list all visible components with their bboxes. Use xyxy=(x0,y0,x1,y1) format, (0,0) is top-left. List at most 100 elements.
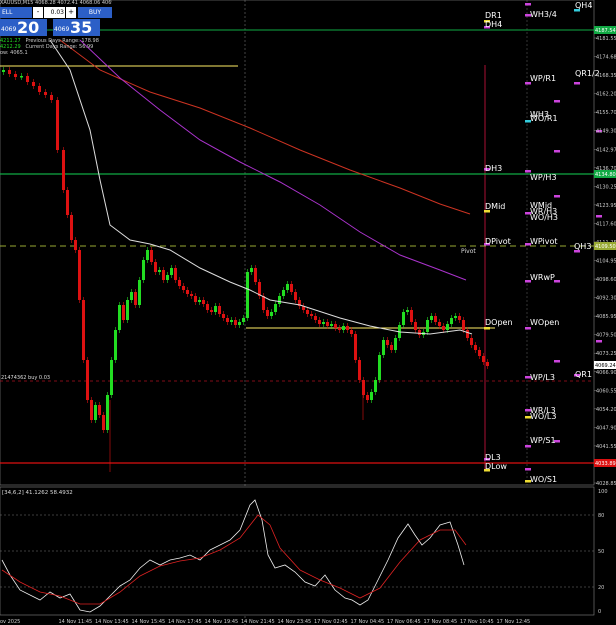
time-axis: ov 2025 14 Nov 11:45 14 Nov 13:45 14 Nov 15… xyxy=(0,619,530,625)
candle-body xyxy=(82,300,85,360)
price-axis: 4181.55 4174.68 4168.35 4162.20 4155.70 4149.… xyxy=(594,26,616,487)
symbol-header: XAUUSD,M15 4068.28 4072.41 4068.06 4069.… xyxy=(0,0,112,6)
candle-body xyxy=(202,300,205,304)
candle-body xyxy=(358,360,361,380)
level-marker xyxy=(554,360,560,363)
candle-body xyxy=(470,338,473,345)
candle-body xyxy=(374,380,377,392)
candle-body xyxy=(290,284,293,292)
candle-body xyxy=(90,400,93,420)
candle-body xyxy=(314,316,317,320)
candle-body xyxy=(410,310,413,322)
order-label: 21474362 buy 0.03 xyxy=(1,375,50,381)
level-marker xyxy=(596,215,602,218)
ask-price-box[interactable]: 4069 35 xyxy=(53,18,100,37)
price-tick-label: 4092.30 xyxy=(596,296,616,302)
level-label-pivot: Pivot xyxy=(461,248,476,255)
stoch-tick-label: 80 xyxy=(598,513,604,519)
candle-body xyxy=(322,322,325,324)
candle-body xyxy=(114,330,117,360)
candle-body xyxy=(26,76,29,82)
candle-body xyxy=(406,310,409,312)
level-label-wph3: WP/H3 xyxy=(530,173,557,182)
candle-body xyxy=(390,345,393,350)
price-tick-label: 4168.35 xyxy=(596,73,616,79)
candle-body xyxy=(362,380,365,395)
candle-body xyxy=(56,100,59,150)
candle-body xyxy=(418,330,421,335)
candle-body xyxy=(386,340,389,345)
time-axis-label: 14 Nov 19:45 xyxy=(205,619,239,625)
candle-body xyxy=(166,275,169,280)
price-tick-label: 4066.90 xyxy=(596,370,616,376)
candle-body xyxy=(32,82,35,86)
candle-body xyxy=(78,250,81,300)
candle-body xyxy=(8,70,11,74)
candle-body xyxy=(254,268,257,282)
info-line3: ow: 4065.1 xyxy=(0,50,28,56)
price-axis-ticks: 4181.55 4174.68 4168.35 4162.20 4155.70 4149.… xyxy=(594,36,616,487)
price-tick-label: 4149.30 xyxy=(596,129,616,135)
price-tick-label: 4174.68 xyxy=(596,55,616,61)
time-axis-label: 14 Nov 15:45 xyxy=(132,619,166,625)
candle-body xyxy=(250,268,253,272)
time-axis-label: 17 Nov 10:45 xyxy=(460,619,494,625)
level-label-dl3: DL3 xyxy=(485,453,501,462)
lot-increase-button[interactable]: + xyxy=(66,7,76,18)
price-tag-label: 4134.80 xyxy=(595,172,616,178)
level-label-dlow: DLow xyxy=(485,462,507,471)
candle-body xyxy=(350,330,353,334)
stochastic-panel[interactable]: [34,6,2] 41.1262 58.4932 100 80 50 20 0 xyxy=(0,486,608,616)
candle-body xyxy=(70,215,73,240)
candle-body xyxy=(74,240,77,250)
price-tick-label: 4047.90 xyxy=(596,425,616,431)
candle-body xyxy=(126,300,129,320)
lot-decrease-button[interactable]: - xyxy=(33,7,43,18)
candle-body xyxy=(158,270,161,272)
price-tick-label: 4155.70 xyxy=(596,110,616,116)
buy-button[interactable]: BUY xyxy=(78,7,112,18)
candle-body xyxy=(326,322,329,326)
candle-body xyxy=(446,324,449,330)
level-marker xyxy=(554,195,560,198)
price-tick-label: 4117.60 xyxy=(596,221,616,227)
level-marker xyxy=(596,340,602,343)
price-tick-label: 4123.95 xyxy=(596,203,616,209)
candle-body xyxy=(462,320,465,330)
candle-body xyxy=(170,268,173,275)
level-label-wh34: WH3/4 xyxy=(530,10,557,19)
ask-price-small: 4069 xyxy=(54,26,70,33)
price-tick-label: 4181.55 xyxy=(596,36,616,42)
price-tag-label: 4109.50 xyxy=(595,244,616,250)
level-label-qh3: QH3 xyxy=(574,242,591,251)
stoch-header: [34,6,2] 41.1262 58.4932 xyxy=(2,490,73,496)
time-axis-label: 17 Nov 02:45 xyxy=(314,619,348,625)
candle-body xyxy=(94,405,97,420)
sell-button[interactable]: ELL xyxy=(0,7,32,18)
time-axis-label: 14 Nov 17:45 xyxy=(168,619,202,625)
level-label-wpl3: WP/L3 xyxy=(530,373,555,382)
bid-price-box[interactable]: 4069 20 xyxy=(0,18,47,37)
candle-body xyxy=(310,314,313,316)
candle-body xyxy=(182,286,185,290)
candle-body xyxy=(394,338,397,350)
price-tag-label: 4187.54 xyxy=(595,28,616,34)
candle-body xyxy=(134,292,137,305)
price-tag-label: 4069.24 xyxy=(595,363,616,369)
candle-body xyxy=(218,306,221,314)
candle-body xyxy=(62,150,65,190)
candle-body xyxy=(294,292,297,300)
candle-body xyxy=(226,318,229,322)
candle-body xyxy=(230,320,233,322)
level-label-wor1: WO/R1 xyxy=(530,114,558,123)
candle-body xyxy=(198,300,201,302)
time-axis-label: 14 Nov 11:45 xyxy=(59,619,93,625)
lot-size-input[interactable]: 0.03 xyxy=(44,7,65,18)
candle-body xyxy=(474,345,477,350)
candle-body xyxy=(270,312,273,316)
time-axis-label: 14 Nov 21:45 xyxy=(241,619,275,625)
candle-body xyxy=(318,320,321,324)
price-tick-label: 4060.55 xyxy=(596,388,616,394)
candle-body xyxy=(44,92,47,95)
candle-body xyxy=(338,328,341,330)
